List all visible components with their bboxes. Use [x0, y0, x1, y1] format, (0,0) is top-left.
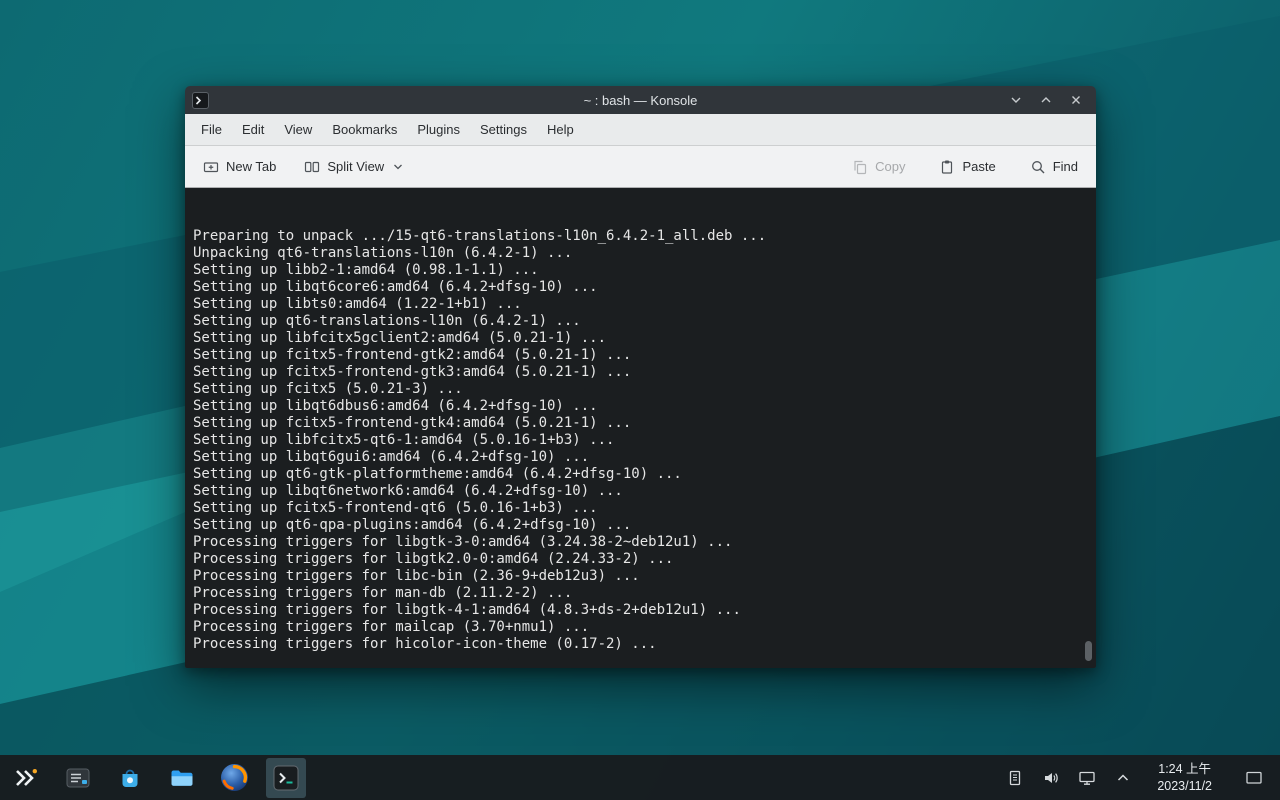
clock-time: 1:24 上午	[1158, 761, 1211, 778]
find-label: Find	[1053, 159, 1078, 174]
dolphin-icon	[169, 765, 195, 791]
caret-up-icon[interactable]	[1113, 768, 1133, 788]
konsole-icon	[192, 92, 209, 109]
terminal-line: Setting up libqt6core6:amd64 (6.4.2+dfsg…	[193, 279, 1088, 296]
terminal-line: Preparing to unpack .../15-qt6-translati…	[193, 228, 1088, 245]
terminal-line: Setting up fcitx5-frontend-qt6 (5.0.16-1…	[193, 500, 1088, 517]
menu-item[interactable]: View	[274, 114, 322, 145]
terminal-line: Setting up libfcitx5-qt6-1:amd64 (5.0.16…	[193, 432, 1088, 449]
display-icon[interactable]	[1077, 768, 1097, 788]
toolbar: New Tab Split View	[185, 146, 1096, 188]
new-tab-button[interactable]: New Tab	[197, 154, 282, 180]
terminal-output: Preparing to unpack .../15-qt6-translati…	[193, 228, 1088, 653]
terminal-line: Setting up libqt6network6:amd64 (6.4.2+d…	[193, 483, 1088, 500]
terminal-line: Setting up fcitx5-frontend-gtk3:amd64 (5…	[193, 364, 1088, 381]
task-list-button[interactable]	[58, 758, 98, 798]
paste-button[interactable]: Paste	[933, 154, 1001, 180]
terminal-line: Setting up qt6-translations-l10n (6.4.2-…	[193, 313, 1088, 330]
window-title: ~ : bash — Konsole	[185, 93, 1096, 108]
app-launcher-button[interactable]	[6, 758, 46, 798]
menu-item[interactable]: Bookmarks	[322, 114, 407, 145]
taskbar-clock[interactable]: 1:24 上午 2023/11/2	[1149, 761, 1220, 794]
terminal-line: Processing triggers for libgtk-3-0:amd64…	[193, 534, 1088, 551]
terminal-line: Setting up libts0:amd64 (1.22-1+b1) ...	[193, 296, 1088, 313]
task-list-icon	[65, 765, 91, 791]
terminal-line: Processing triggers for man-db (2.11.2-2…	[193, 585, 1088, 602]
terminal-line: Setting up fcitx5-frontend-gtk2:amd64 (5…	[193, 347, 1088, 364]
maximize-icon[interactable]	[1038, 92, 1054, 108]
minimize-icon[interactable]	[1008, 92, 1024, 108]
find-button[interactable]: Find	[1024, 154, 1084, 180]
app-launcher-icon	[13, 765, 39, 791]
copy-button: Copy	[846, 154, 911, 180]
menu-item[interactable]: File	[191, 114, 232, 145]
menu-bar: FileEditViewBookmarksPluginsSettingsHelp	[185, 114, 1096, 146]
copy-icon	[852, 159, 868, 175]
taskbar-icon-firefox[interactable]	[214, 758, 254, 798]
konsole-task-icon	[273, 765, 299, 791]
desktop: ~ : bash — Konsole FileEditViewBookmarks…	[0, 0, 1280, 800]
new-tab-icon	[203, 159, 219, 175]
terminal-line: Setting up fcitx5 (5.0.21-3) ...	[193, 381, 1088, 398]
terminal-line: Setting up qt6-qpa-plugins:amd64 (6.4.2+…	[193, 517, 1088, 534]
terminal-line: Processing triggers for hicolor-icon-the…	[193, 636, 1088, 653]
copy-label: Copy	[875, 159, 905, 174]
terminal-line: Setting up qt6-gtk-platformtheme:amd64 (…	[193, 466, 1088, 483]
terminal-view[interactable]: Preparing to unpack .../15-qt6-translati…	[185, 188, 1096, 668]
new-tab-label: New Tab	[226, 159, 276, 174]
menu-item[interactable]: Settings	[470, 114, 537, 145]
show-desktop-button[interactable]	[1240, 758, 1268, 798]
menu-item[interactable]: Edit	[232, 114, 274, 145]
find-icon	[1030, 159, 1046, 175]
terminal-line: Unpacking qt6-translations-l10n (6.4.2-1…	[193, 245, 1088, 262]
terminal-line: Processing triggers for libgtk2.0-0:amd6…	[193, 551, 1088, 568]
discover-icon	[117, 765, 143, 791]
terminal-scrollbar[interactable]	[1085, 641, 1092, 661]
taskbar-icon-dolphin[interactable]	[162, 758, 202, 798]
taskbar-task-konsole[interactable]	[266, 758, 306, 798]
paste-icon	[939, 159, 955, 175]
terminal-line: Setting up libqt6gui6:amd64 (6.4.2+dfsg-…	[193, 449, 1088, 466]
titlebar[interactable]: ~ : bash — Konsole	[185, 86, 1096, 114]
terminal-line: Setting up libqt6dbus6:amd64 (6.4.2+dfsg…	[193, 398, 1088, 415]
terminal-line: Processing triggers for libc-bin (2.36-9…	[193, 568, 1088, 585]
split-view-label: Split View	[327, 159, 384, 174]
menu-item[interactable]: Plugins	[407, 114, 470, 145]
show-desktop-icon	[1245, 769, 1263, 787]
terminal-line: Setting up fcitx5-frontend-gtk4:amd64 (5…	[193, 415, 1088, 432]
terminal-line: Setting up libb2-1:amd64 (0.98.1-1.1) ..…	[193, 262, 1088, 279]
terminal-line: Setting up libfcitx5gclient2:amd64 (5.0.…	[193, 330, 1088, 347]
volume-icon[interactable]	[1041, 768, 1061, 788]
split-view-icon	[304, 159, 320, 175]
split-view-button[interactable]: Split View	[298, 154, 409, 180]
taskbar: 1:24 上午 2023/11/2	[0, 755, 1280, 800]
chevron-down-icon	[393, 163, 403, 171]
konsole-window: ~ : bash — Konsole FileEditViewBookmarks…	[185, 86, 1096, 668]
terminal-line: Processing triggers for mailcap (3.70+nm…	[193, 619, 1088, 636]
taskbar-icon-discover[interactable]	[110, 758, 150, 798]
clipboard-icon[interactable]	[1005, 768, 1025, 788]
menu-item[interactable]: Help	[537, 114, 584, 145]
close-icon[interactable]	[1068, 92, 1084, 108]
firefox-icon	[221, 764, 248, 791]
paste-label: Paste	[962, 159, 995, 174]
clock-date: 2023/11/2	[1157, 778, 1212, 795]
terminal-line: Processing triggers for libgtk-4-1:amd64…	[193, 602, 1088, 619]
